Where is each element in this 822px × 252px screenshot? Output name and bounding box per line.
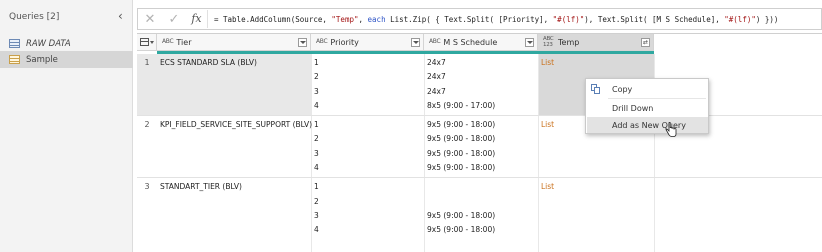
cell-priority[interactable]: 1: [314, 182, 319, 191]
collapse-pane-icon[interactable]: ‹: [118, 9, 123, 23]
column-header-ms-schedule[interactable]: ABC M S Schedule: [424, 34, 538, 51]
query-item-raw-data[interactable]: RAW DATA: [0, 35, 133, 52]
column-name: Priority: [330, 37, 359, 47]
data-grid: ABC Tier ABC Priority ABC M S Schedule A…: [137, 33, 822, 252]
query-label: RAW DATA: [26, 38, 71, 49]
cell-schedule[interactable]: 24x7: [427, 72, 446, 81]
column-name: Tier: [176, 37, 192, 47]
cell-tier[interactable]: KPI_FIELD_SERVICE_SITE_SUPPORT (BLV): [160, 120, 312, 129]
menu-item-copy[interactable]: Copy: [587, 81, 708, 97]
cell-schedule[interactable]: 9x5 (9:00 - 18:00): [427, 120, 495, 129]
type-icon: ABC 123: [543, 36, 554, 48]
column-name: Temp: [558, 37, 580, 47]
column-divider: [424, 54, 425, 252]
cell-priority[interactable]: 3: [314, 87, 319, 96]
menu-item-label: Copy: [612, 84, 633, 94]
filter-dropdown-button[interactable]: [525, 38, 534, 47]
cell-schedule[interactable]: 8x5 (9:00 - 17:00): [427, 101, 495, 110]
column-divider: [538, 54, 539, 252]
cell-tier[interactable]: ECS STANDARD SLA (BLV): [160, 58, 257, 67]
expand-column-icon[interactable]: ⇄: [641, 38, 650, 47]
query-item-sample[interactable]: Sample: [0, 51, 133, 68]
query-label: Sample: [26, 54, 58, 65]
cell-priority[interactable]: 4: [314, 225, 319, 234]
filter-dropdown-button[interactable]: [298, 38, 307, 47]
cell-priority[interactable]: 1: [314, 120, 319, 129]
cell-priority[interactable]: 4: [314, 163, 319, 172]
table-icon: [140, 38, 149, 46]
copy-icon: [591, 84, 600, 94]
row-number[interactable]: 1: [137, 58, 157, 67]
type-icon: ABC: [316, 38, 328, 45]
formula-bar: ✕ ✓ fx = Table.AddColumn(Source, "Temp",…: [137, 8, 822, 30]
type-icon: ABC: [162, 38, 174, 45]
cell-priority[interactable]: 2: [314, 134, 319, 143]
hand-cursor-icon: [665, 122, 677, 137]
queries-pane: Queries [2] ‹ RAW DATA Sample: [0, 0, 133, 252]
menu-item-label: Drill Down: [612, 103, 654, 113]
close-icon[interactable]: ✕: [138, 12, 162, 27]
cell-priority[interactable]: 3: [314, 149, 319, 158]
column-divider: [311, 54, 312, 252]
table-icon: [9, 55, 20, 64]
menu-item-drill-down[interactable]: Drill Down: [587, 100, 708, 116]
cell-priority[interactable]: 2: [314, 72, 319, 81]
row-number[interactable]: 3: [137, 182, 157, 191]
column-header-priority[interactable]: ABC Priority: [311, 34, 424, 51]
cell-priority[interactable]: 2: [314, 197, 319, 206]
filter-dropdown-button[interactable]: [411, 38, 420, 47]
cell-schedule[interactable]: 9x5 (9:00 - 18:00): [427, 149, 495, 158]
column-header-tier[interactable]: ABC Tier: [157, 34, 311, 51]
fx-button[interactable]: fx: [186, 10, 208, 28]
column-name: M S Schedule: [443, 37, 498, 47]
cell-priority[interactable]: 3: [314, 211, 319, 220]
cell-priority[interactable]: 4: [314, 101, 319, 110]
cell-temp-list[interactable]: List: [541, 58, 554, 67]
menu-separator: [608, 98, 706, 99]
cell-schedule[interactable]: 9x5 (9:00 - 18:00): [427, 163, 495, 172]
check-icon[interactable]: ✓: [162, 12, 186, 27]
queries-header: Queries [2]: [9, 12, 60, 22]
cell-schedule[interactable]: 9x5 (9:00 - 18:00): [427, 225, 495, 234]
cell-schedule[interactable]: 9x5 (9:00 - 18:00): [427, 211, 495, 220]
cell-schedule[interactable]: 24x7: [427, 87, 446, 96]
cell-temp-list[interactable]: List: [541, 120, 554, 129]
table-icon: [9, 39, 20, 48]
row-divider: [137, 115, 822, 116]
row-number[interactable]: 2: [137, 120, 157, 129]
cell-tier[interactable]: STANDART_TIER (BLV): [160, 182, 242, 191]
formula-text[interactable]: = Table.AddColumn(Source, "Temp", each L…: [208, 15, 778, 24]
table-menu-button[interactable]: [137, 34, 157, 51]
cell-schedule[interactable]: 9x5 (9:00 - 18:00): [427, 134, 495, 143]
type-icon: ABC: [429, 38, 441, 45]
cell-schedule[interactable]: 24x7: [427, 58, 446, 67]
row-divider: [137, 177, 822, 178]
chevron-down-icon: [150, 41, 154, 44]
column-header-temp[interactable]: ABC 123 Temp ⇄: [538, 34, 654, 51]
cell-priority[interactable]: 1: [314, 58, 319, 67]
cell-temp-list[interactable]: List: [541, 182, 554, 191]
context-menu: Copy Drill Down Add as New Query: [585, 78, 709, 134]
menu-item-add-as-new-query[interactable]: Add as New Query: [587, 117, 708, 133]
